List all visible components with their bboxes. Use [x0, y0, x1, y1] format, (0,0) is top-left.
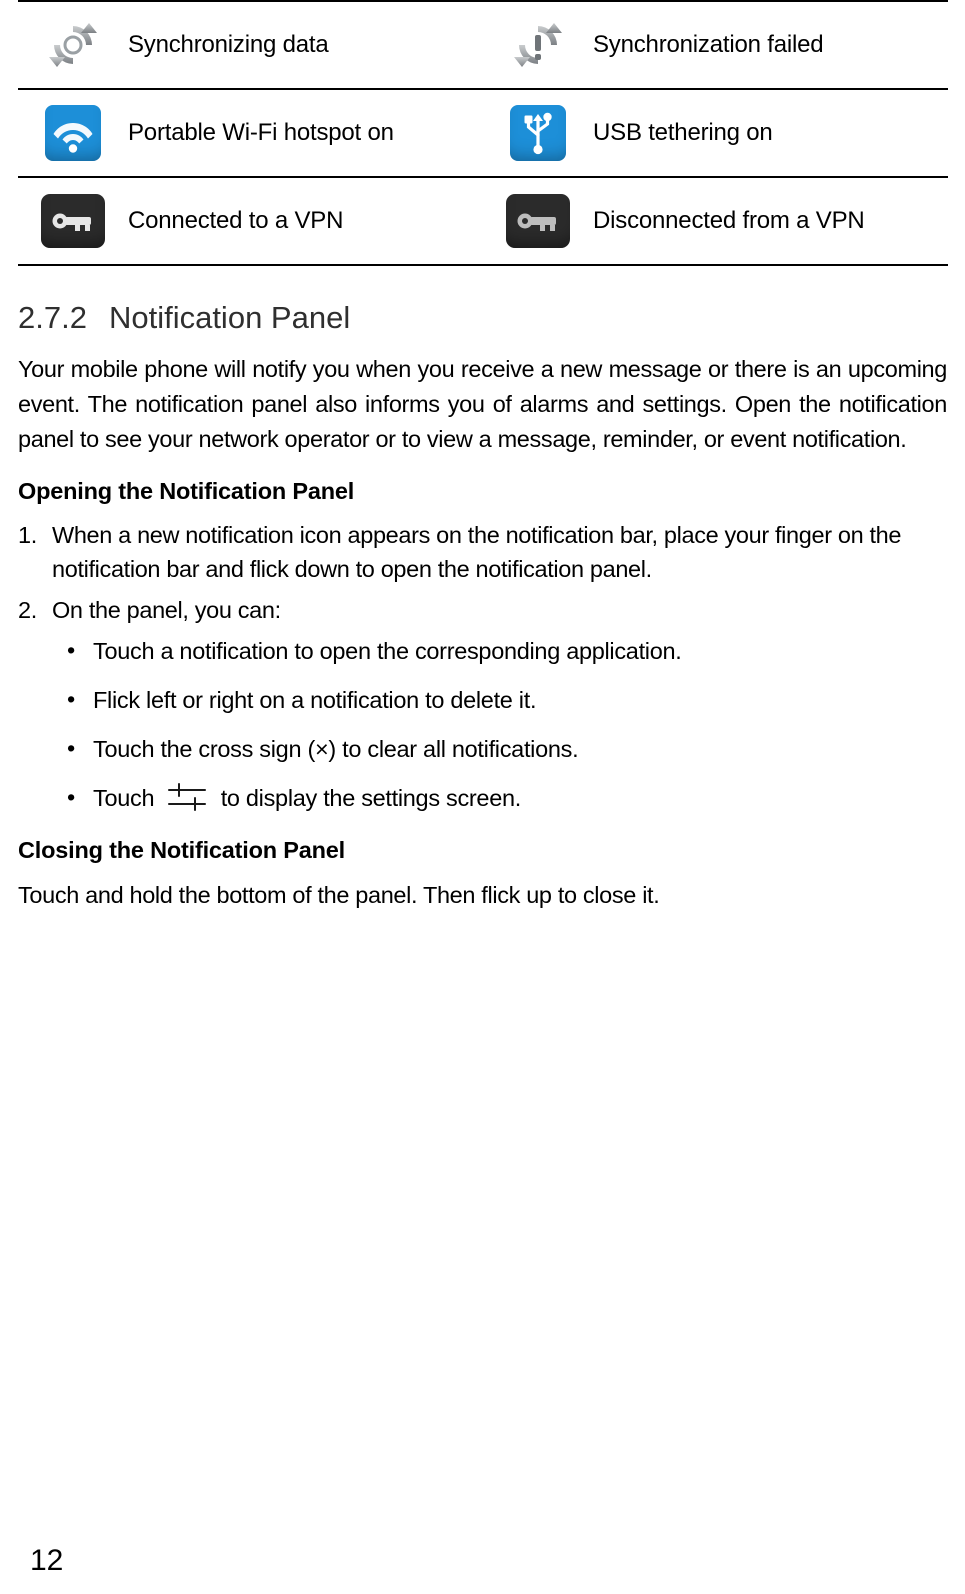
section-number: 2.7.2: [18, 300, 87, 335]
bullet-text-after: to display the settings screen.: [220, 785, 522, 812]
table-row: Synchronizing data Synchronization faile…: [18, 1, 948, 89]
closing-text: Touch and hold the bottom of the panel. …: [18, 881, 660, 908]
bullet-text: Touch a notification to open the corresp…: [93, 638, 682, 665]
bullet-text: Touch the cross sign (×) to clear all no…: [93, 736, 579, 763]
icon-cell: [18, 89, 128, 177]
vpn-connected-icon: [41, 194, 105, 248]
icon-label: Connected to a VPN: [128, 207, 344, 234]
sync-icon: [45, 17, 101, 73]
sync-failed-icon: [510, 17, 566, 73]
settings-sliders-icon: [166, 782, 208, 812]
icon-label: Synchronization failed: [593, 31, 824, 58]
section-heading: 2.7.2 Notification Panel: [18, 300, 947, 336]
bullet-text-before: Touch: [93, 785, 155, 812]
document-page: Synchronizing data Synchronization faile…: [0, 0, 965, 1594]
bullet-dot: •: [67, 637, 75, 664]
page-number: 12: [30, 1544, 64, 1577]
step-marker: 2.: [18, 597, 37, 624]
bullet-dot: •: [67, 784, 75, 811]
opening-subheading: Opening the Notification Panel: [18, 478, 355, 505]
icon-cell: [18, 1, 128, 89]
bullet-dot: •: [67, 686, 75, 713]
list-item: • Touch a notification to open the corre…: [63, 635, 947, 668]
closing-subheading: Closing the Notification Panel: [18, 836, 345, 863]
vpn-disconnected-icon: [506, 194, 570, 248]
list-item: • Touch the cross sign (×) to clear all …: [63, 733, 947, 766]
list-item: 2. On the panel, you can:: [18, 594, 947, 627]
wifi-hotspot-icon: [45, 105, 101, 161]
step-text: On the panel, you can:: [52, 597, 281, 624]
list-item: • Touch to display the settings screen.: [63, 782, 947, 815]
icon-label: Disconnected from a VPN: [593, 207, 865, 234]
status-icon-table: Synchronizing data Synchronization faile…: [18, 0, 948, 266]
icon-cell: [483, 89, 593, 177]
icon-cell: [483, 177, 593, 265]
section-intro: Your mobile phone will notify you when y…: [18, 356, 947, 452]
table-row: Connected to a VPN Disconnected from a V…: [18, 177, 948, 265]
table-row: Portable Wi-Fi hotspot on USB tethering …: [18, 89, 948, 177]
icon-label: USB tethering on: [593, 119, 773, 146]
step-marker: 1.: [18, 522, 37, 549]
section-title: Notification Panel: [108, 300, 351, 335]
step-text: When a new notification icon appears on …: [52, 522, 902, 582]
usb-tethering-icon: [510, 105, 566, 161]
icon-cell: [483, 1, 593, 89]
icon-cell: [18, 177, 128, 265]
opening-steps: 1. When a new notification icon appears …: [18, 519, 947, 627]
icon-label: Synchronizing data: [128, 31, 329, 58]
panel-actions-list: • Touch a notification to open the corre…: [18, 635, 947, 815]
list-item: 1. When a new notification icon appears …: [18, 519, 947, 586]
icon-label: Portable Wi-Fi hotspot on: [128, 119, 394, 146]
bullet-dot: •: [67, 735, 75, 762]
bullet-text: Flick left or right on a notification to…: [93, 687, 537, 714]
list-item: • Flick left or right on a notification …: [63, 684, 947, 717]
